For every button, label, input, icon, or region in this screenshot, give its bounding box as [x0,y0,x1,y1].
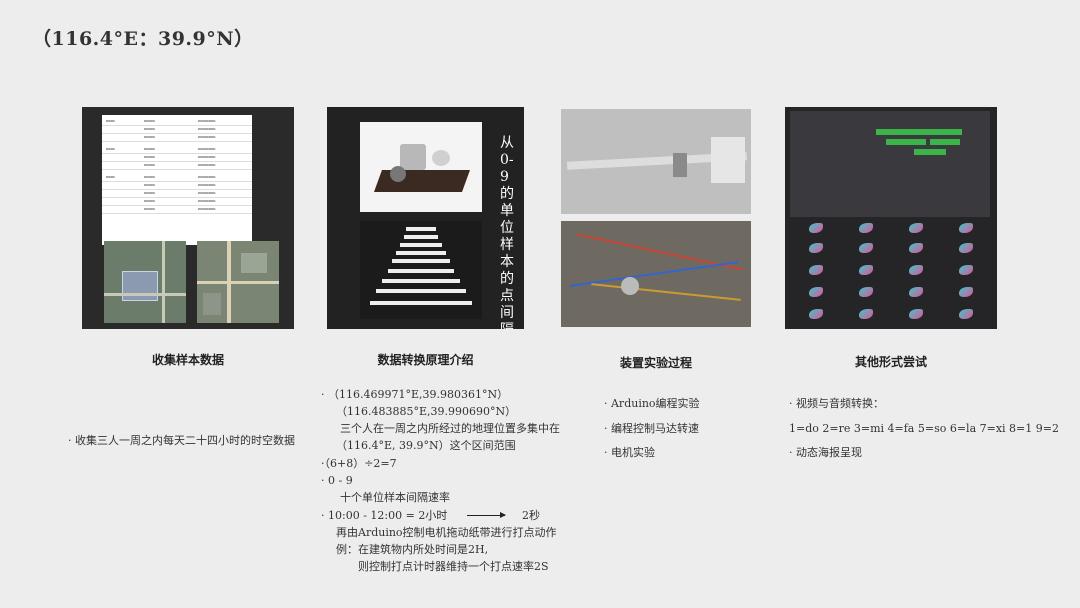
col2-line10: 例：在建筑物内所处时间是2H, [336,543,489,556]
ticker-timer-diagram [360,122,482,212]
experiment-photo-1 [561,109,751,214]
col4-line3: · 动态海报呈现 [789,446,862,459]
experiment-photo-2 [561,221,751,327]
col2-line9: 再由Arduino控制电机拖动纸带进行打点动作 [336,526,557,539]
col3-line2: · 编程控制马达转速 [604,422,699,435]
col2-line6: · 0 - 9 [321,474,353,487]
col2-line2: （116.483885°E,39.990690°N） [336,405,517,418]
paper-strips-photo [360,221,482,319]
arrow-icon [467,512,506,518]
conversion-principle-image: 从0-9的单位样本的点间隔展示 [327,107,524,329]
daw-screenshot [790,111,990,217]
col2-line8b: 2秒 [522,509,540,522]
map-screenshot-2 [197,241,279,323]
col2-line4: （116.4°E, 39.9°N）这个区间范围 [336,439,516,452]
caption-conversion: 数据转换原理介绍 [377,353,474,367]
caption-collect-data: 收集样本数据 [151,353,224,367]
col2-line5: ·（6+8）÷2=7 [321,457,397,470]
page-title: （116.4°E：39.9°N） [32,28,254,50]
col2-line3: 三个人在一周之内所经过的地理位置多集中在 [340,422,560,435]
data-table-screenshot: ▬▬▬▬ ▬▬▬▬▬ ▬▬▬▬▬▬▬▬ ▬▬▬▬▬ ▬▬▬▬▬▬▬▬ ▬▬▬▬▬ ▬▬▬… [102,115,252,245]
caption-experiment: 装置实验过程 [619,356,692,370]
col1-line1: · 收集三人一周之内每天二十四小时的时空数据 [68,434,295,447]
vertical-caption: 从0-9的单位样本的点间隔展示 [500,135,514,329]
map-screenshot-1 [104,241,186,323]
col2-line7: 十个单位样本间隔速率 [340,491,450,504]
other-forms-image [785,107,997,329]
sample-data-image: ▬▬▬▬ ▬▬▬▬▬ ▬▬▬▬▬▬▬▬ ▬▬▬▬▬ ▬▬▬▬▬▬▬▬ ▬▬▬▬▬ ▬▬▬… [82,107,294,329]
col4-line1: · 视频与音频转换： [789,397,884,410]
col4-line2: 1=do 2=re 3=mi 4=fa 5=so 6=la 7=xi 8=1 9… [789,422,1059,435]
col3-line3: · 电机实验 [604,446,655,459]
col2-line1: · （116.469971°E,39.980361°N） [321,388,509,401]
caption-other-forms: 其他形式尝试 [854,355,927,369]
col2-line8: · 10:00 - 12:00 = 2小时 [321,509,448,522]
col3-line1: · Arduino编程实验 [604,397,700,410]
col2-line11: 则控制打点计时器维持一个打点速率2S [358,560,549,573]
